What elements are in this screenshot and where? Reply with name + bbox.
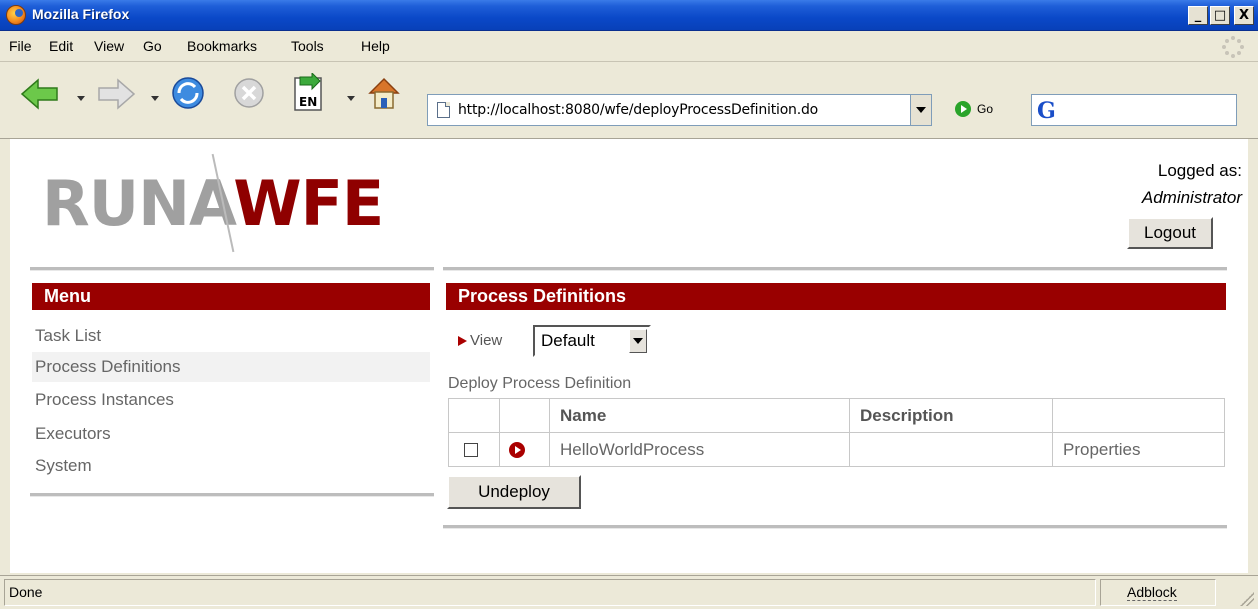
- view-select[interactable]: Default: [533, 325, 651, 357]
- menu-view[interactable]: View: [94, 38, 124, 54]
- deploy-process-definition-link[interactable]: Deploy Process Definition: [448, 375, 631, 393]
- view-label[interactable]: View: [470, 332, 502, 349]
- back-history-dropdown-icon[interactable]: [77, 96, 85, 101]
- sidebar-bottom-divider: [30, 493, 434, 497]
- forward-icon[interactable]: [96, 75, 136, 113]
- go-icon[interactable]: [955, 101, 971, 117]
- window-title: Mozilla Firefox: [32, 6, 130, 22]
- main-top-divider: [443, 267, 1227, 271]
- language-en-icon[interactable]: EN: [292, 73, 326, 113]
- process-description-cell: [849, 432, 1053, 467]
- minimize-button[interactable]: _: [1188, 6, 1208, 25]
- view-arrow-icon: [458, 336, 467, 346]
- adblock-label[interactable]: Adblock: [1127, 584, 1177, 601]
- resize-grip-icon[interactable]: [1240, 592, 1254, 606]
- main-title: Process Definitions: [446, 283, 1226, 310]
- column-header-select: [448, 398, 500, 433]
- runawfe-logo: RUNAWFE: [42, 167, 384, 240]
- url-text[interactable]: http://localhost:8080/wfe/deployProcessD…: [458, 102, 818, 118]
- url-bar[interactable]: http://localhost:8080/wfe/deployProcessD…: [427, 94, 911, 126]
- menu-file[interactable]: File: [9, 38, 32, 54]
- chevron-down-icon[interactable]: [629, 329, 647, 353]
- firefox-logo-icon: [6, 5, 26, 25]
- language-badge: EN: [299, 95, 317, 109]
- back-icon[interactable]: [20, 75, 60, 113]
- sidebar-item-process-definitions[interactable]: Process Definitions: [32, 352, 430, 382]
- menu-bookmarks[interactable]: Bookmarks: [187, 38, 257, 54]
- menubar: File Edit View Go Bookmarks Tools Help: [0, 31, 1258, 62]
- forward-history-dropdown-icon[interactable]: [151, 96, 159, 101]
- navigation-toolbar: EN http://localhost:8080/wfe/deployProce…: [0, 62, 1258, 139]
- status-text: Done: [4, 579, 1096, 606]
- menu-edit[interactable]: Edit: [49, 38, 73, 54]
- logged-user-name: Administrator: [1141, 188, 1242, 207]
- sidebar-item-system[interactable]: System: [32, 451, 430, 481]
- home-icon[interactable]: [366, 74, 402, 112]
- maximize-button[interactable]: □: [1210, 6, 1230, 25]
- process-name-cell[interactable]: HelloWorldProcess: [549, 432, 850, 467]
- table-row: HelloWorldProcess Properties: [448, 432, 1225, 467]
- process-definitions-table: Name Description HelloWorldProcess Prope…: [448, 398, 1225, 467]
- row-checkbox[interactable]: [464, 443, 478, 458]
- column-header-name[interactable]: Name: [549, 398, 850, 433]
- table-header-row: Name Description: [448, 398, 1225, 433]
- reload-icon[interactable]: [170, 74, 206, 112]
- menu-go[interactable]: Go: [143, 38, 162, 54]
- undeploy-button[interactable]: Undeploy: [447, 475, 581, 509]
- language-dropdown-icon[interactable]: [347, 96, 355, 101]
- go-button-label[interactable]: Go: [977, 102, 993, 116]
- sidebar-top-divider: [30, 267, 434, 271]
- start-process-icon[interactable]: [509, 442, 525, 459]
- menu-help[interactable]: Help: [361, 38, 390, 54]
- window-titlebar: Mozilla Firefox _ □ X: [0, 0, 1258, 31]
- menu-tools[interactable]: Tools: [291, 38, 324, 54]
- column-header-description[interactable]: Description: [849, 398, 1053, 433]
- sidebar-item-executors[interactable]: Executors: [32, 419, 430, 449]
- sidebar-item-task-list[interactable]: Task List: [32, 321, 430, 351]
- view-select-value: Default: [541, 331, 595, 350]
- column-header-start: [499, 398, 550, 433]
- close-button[interactable]: X: [1234, 6, 1254, 25]
- throbber-icon: [1222, 36, 1244, 58]
- stop-icon[interactable]: [232, 76, 266, 110]
- properties-link[interactable]: Properties: [1052, 432, 1225, 467]
- url-history-dropdown[interactable]: [911, 94, 932, 126]
- page-icon: [437, 102, 450, 118]
- logout-button[interactable]: Logout: [1127, 217, 1213, 249]
- adblock-status[interactable]: Adblock: [1100, 579, 1216, 606]
- sidebar-title: Menu: [32, 283, 430, 310]
- google-search-icon[interactable]: G: [1037, 98, 1056, 124]
- page-content: RUNAWFE Logged as: Administrator Logout …: [10, 139, 1248, 573]
- logged-as-label: Logged as:: [1157, 161, 1242, 180]
- column-header-actions: [1052, 398, 1225, 433]
- sidebar-item-process-instances[interactable]: Process Instances: [32, 385, 430, 415]
- status-bar: Done Adblock: [0, 575, 1258, 609]
- main-bottom-divider: [443, 525, 1227, 529]
- search-bar[interactable]: G: [1031, 94, 1237, 126]
